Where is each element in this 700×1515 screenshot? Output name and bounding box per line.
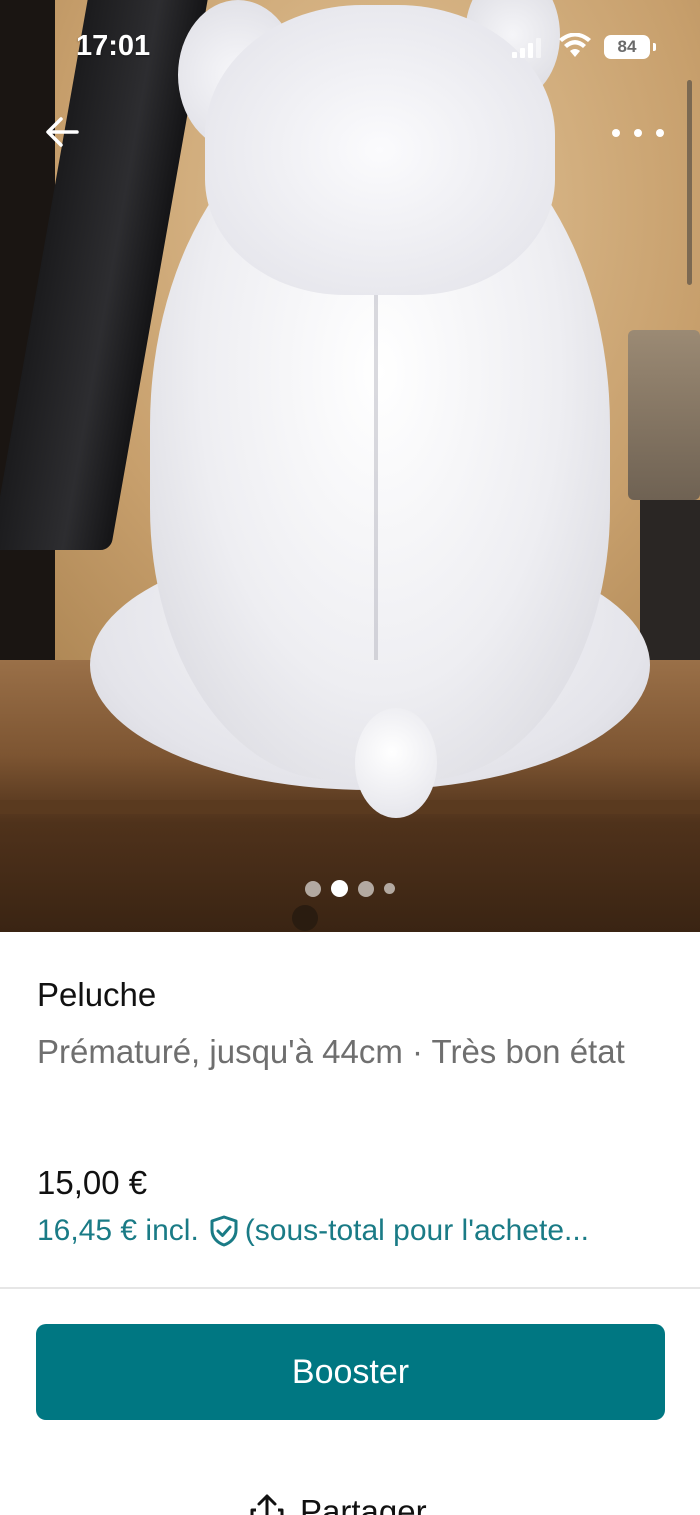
- arrow-left-icon: [46, 117, 79, 147]
- divider: [0, 1287, 700, 1289]
- item-title: Peluche: [37, 976, 157, 1013]
- back-button[interactable]: [40, 110, 84, 154]
- item-photo[interactable]: 17:01 84: [0, 0, 700, 932]
- item-subtitle: Prématuré, jusqu'à 44cm · Très bon état: [37, 1033, 625, 1070]
- pagination-dot[interactable]: [384, 883, 395, 894]
- buyer-price-link[interactable]: 16,45 € incl. (sous-total pour l'achete.…: [37, 1214, 677, 1248]
- pagination-dot-active[interactable]: [331, 880, 348, 897]
- buyer-price-note: (sous-total pour l'achete...: [244, 1214, 590, 1247]
- scroll-indicator: [687, 80, 692, 285]
- share-label: Partager: [300, 1493, 427, 1515]
- plush-bear: [0, 0, 700, 932]
- pagination-dot[interactable]: [358, 880, 374, 897]
- share-button[interactable]: Partager: [248, 1492, 427, 1515]
- status-bar: 17:01 84: [0, 0, 700, 96]
- cellular-signal-icon: [512, 38, 542, 58]
- more-dot-icon: [612, 129, 620, 137]
- wifi-icon: [559, 33, 591, 57]
- buyer-price-amount: 16,45 € incl.: [37, 1214, 199, 1247]
- gallery-pagination[interactable]: [0, 880, 700, 897]
- battery-cap: [653, 43, 656, 51]
- more-dot-icon: [634, 129, 642, 137]
- plush-tail: [355, 708, 437, 818]
- item-price: 15,00 €: [37, 1164, 148, 1201]
- battery-level: 84: [617, 37, 637, 56]
- booster-button[interactable]: Booster: [36, 1324, 665, 1420]
- status-time: 17:01: [76, 30, 151, 62]
- share-icon: [250, 1494, 284, 1515]
- more-dot-icon: [656, 129, 664, 137]
- more-options-button[interactable]: [612, 118, 664, 148]
- pagination-dot[interactable]: [305, 880, 321, 897]
- shield-check-icon: [210, 1215, 238, 1247]
- battery-icon: 84: [604, 35, 656, 59]
